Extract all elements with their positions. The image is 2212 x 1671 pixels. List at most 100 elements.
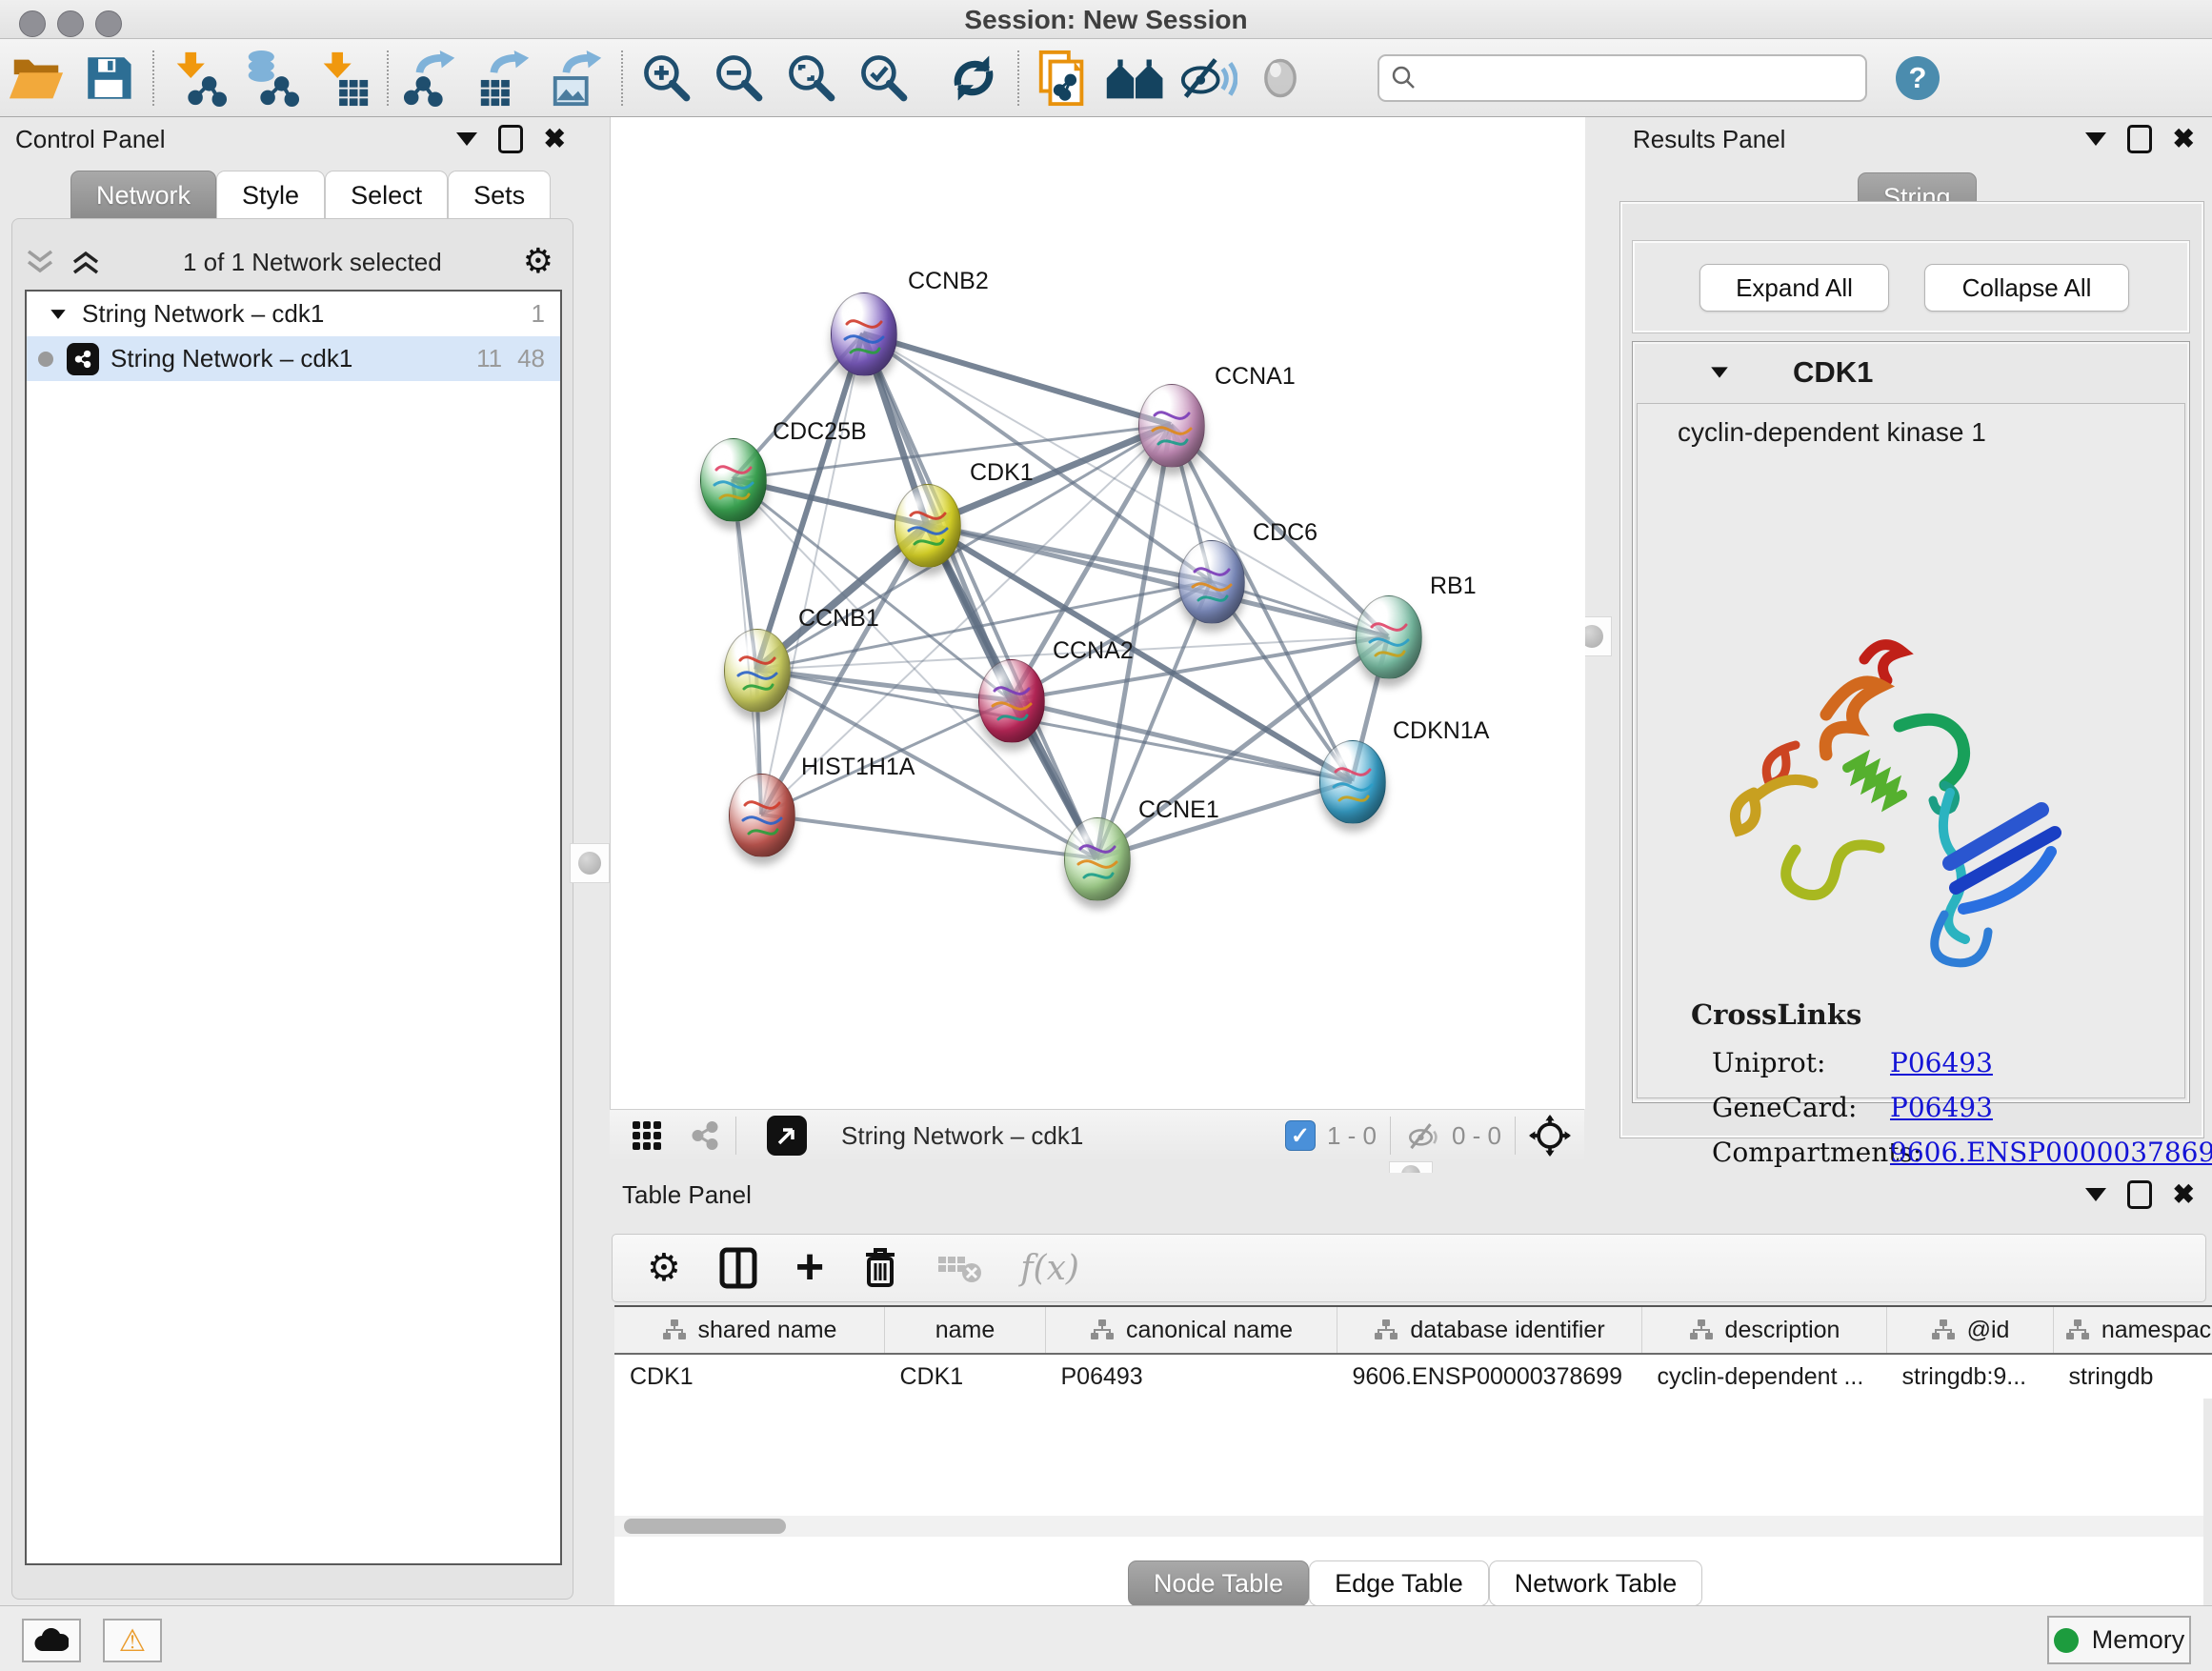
- navigator-crosshair-icon[interactable]: [1529, 1115, 1571, 1157]
- tab-style[interactable]: Style: [216, 171, 325, 220]
- zoom-fit-button[interactable]: [775, 48, 848, 109]
- export-network-button[interactable]: [396, 48, 469, 109]
- grid-view-icon[interactable]: [631, 1119, 663, 1152]
- column-header-description[interactable]: description: [1642, 1306, 1887, 1354]
- column-header-canonical-name[interactable]: canonical name: [1046, 1306, 1337, 1354]
- save-session-button[interactable]: [72, 48, 145, 109]
- tab-edge-table[interactable]: Edge Table: [1309, 1560, 1489, 1606]
- network-row[interactable]: String Network – cdk1 11 48: [27, 336, 560, 381]
- expand-all-icon[interactable]: [70, 248, 102, 276]
- network-node-CDK1[interactable]: [895, 484, 961, 568]
- protein-section-header[interactable]: CDK1: [1633, 342, 2189, 403]
- create-column-icon[interactable]: +: [795, 1248, 824, 1288]
- panel-menu-icon[interactable]: [2085, 1188, 2106, 1201]
- section-expander-icon[interactable]: [1711, 367, 1728, 377]
- zoom-out-button[interactable]: [703, 48, 775, 109]
- search-input[interactable]: [1419, 64, 1833, 92]
- export-table-button[interactable]: [469, 48, 541, 109]
- column-header-name[interactable]: name: [885, 1306, 1046, 1354]
- delete-column-icon[interactable]: [862, 1247, 898, 1289]
- open-session-button[interactable]: [0, 48, 72, 109]
- network-node-CDKN1A[interactable]: [1319, 740, 1386, 824]
- import-table-button[interactable]: [307, 48, 379, 109]
- panel-menu-icon[interactable]: [456, 132, 477, 146]
- show-columns-icon[interactable]: [719, 1247, 757, 1289]
- close-panel-icon[interactable]: ✖: [544, 126, 566, 152]
- tab-select[interactable]: Select: [325, 171, 448, 220]
- network-edge[interactable]: [756, 670, 1011, 700]
- network-node-CCNB1[interactable]: [724, 629, 791, 713]
- memory-button[interactable]: Memory: [2047, 1616, 2191, 1664]
- crosslink-value-link[interactable]: P06493: [1890, 1092, 1993, 1123]
- column-header--id[interactable]: @id: [1887, 1306, 2054, 1354]
- help-button[interactable]: ?: [1896, 56, 1940, 100]
- collapse-all-icon[interactable]: [24, 248, 56, 276]
- tab-network[interactable]: Network: [70, 171, 216, 220]
- network-edge[interactable]: [761, 815, 1096, 858]
- column-header-label: shared name: [698, 1317, 837, 1344]
- column-header-shared-name[interactable]: shared name: [614, 1306, 885, 1354]
- crosslink-value-link[interactable]: P06493: [1890, 1047, 1993, 1078]
- crosslink-value-link[interactable]: 9606.ENSP00000378699: [1890, 1137, 2212, 1168]
- network-node-CDC6[interactable]: [1178, 540, 1245, 624]
- table-cell[interactable]: P06493: [1046, 1354, 1337, 1399]
- float-panel-icon[interactable]: [498, 125, 523, 153]
- float-panel-icon[interactable]: [2127, 125, 2152, 153]
- table-cell[interactable]: cyclin-dependent ...: [1642, 1354, 1887, 1399]
- network-edge[interactable]: [1096, 781, 1352, 858]
- network-node-CDC25B[interactable]: [700, 438, 767, 522]
- network-options-gear-icon[interactable]: ⚙: [523, 245, 553, 279]
- table-options-gear-icon[interactable]: ⚙: [647, 1249, 681, 1287]
- import-network-button[interactable]: [162, 48, 234, 109]
- network-share-icon[interactable]: [688, 1118, 722, 1153]
- export-image-button[interactable]: [541, 48, 613, 109]
- network-view-canvas[interactable]: CCNB2 CCNA1 CDC25B CDK1 CDC6 RB1: [610, 117, 1585, 1109]
- table-cell[interactable]: 9606.ENSP00000378699: [1337, 1354, 1642, 1399]
- expand-all-button[interactable]: Expand All: [1699, 264, 1889, 312]
- network-collection-row[interactable]: String Network – cdk1 1: [27, 292, 560, 336]
- network-node-CCNB2[interactable]: [831, 292, 897, 376]
- import-network-from-database-button[interactable]: [234, 48, 307, 109]
- collection-expander-icon[interactable]: [50, 310, 65, 319]
- tab-node-table[interactable]: Node Table: [1128, 1560, 1309, 1606]
- network-edge[interactable]: [761, 333, 863, 815]
- table-cell[interactable]: CDK1: [614, 1354, 885, 1399]
- network-edge[interactable]: [1011, 700, 1352, 781]
- close-panel-icon[interactable]: ✖: [2173, 126, 2195, 152]
- scrollbar-thumb[interactable]: [624, 1519, 786, 1534]
- table-cell[interactable]: stringdb: [2054, 1354, 2212, 1399]
- network-node-HIST1H1A[interactable]: [729, 774, 795, 857]
- clone-network-button[interactable]: [1027, 48, 1099, 109]
- network-edge[interactable]: [863, 333, 1171, 425]
- column-header-database-identifier[interactable]: database identifier: [1337, 1306, 1642, 1354]
- left-splitter-handle[interactable]: [570, 843, 610, 883]
- apply-layout-button[interactable]: [937, 48, 1010, 109]
- panel-menu-icon[interactable]: [2085, 132, 2106, 146]
- collapse-all-button[interactable]: Collapse All: [1924, 264, 2129, 312]
- selected-indicator-checkbox[interactable]: ✓: [1285, 1120, 1316, 1151]
- crosslink-row: GeneCard:P06493: [1638, 1085, 2184, 1130]
- float-panel-icon[interactable]: [2127, 1180, 2152, 1209]
- tab-sets[interactable]: Sets: [448, 171, 551, 220]
- table-cell[interactable]: CDK1: [885, 1354, 1046, 1399]
- zoom-selected-button[interactable]: [848, 48, 920, 109]
- close-panel-icon[interactable]: ✖: [2173, 1181, 2195, 1208]
- warnings-button[interactable]: ⚠: [103, 1619, 162, 1662]
- column-header-label: description: [1725, 1317, 1840, 1344]
- table-horizontal-scrollbar[interactable]: [614, 1516, 2203, 1537]
- network-node-CCNA1[interactable]: [1138, 384, 1205, 468]
- network-node-CCNA2[interactable]: [978, 659, 1045, 743]
- cloud-status-button[interactable]: [22, 1619, 81, 1662]
- birdseye-view-button[interactable]: [767, 1116, 807, 1156]
- column-header-namespac[interactable]: namespac: [2054, 1306, 2212, 1354]
- show-all-nodes-button[interactable]: [1099, 48, 1172, 109]
- show-hidden-button[interactable]: [1244, 48, 1317, 109]
- title-bar: Session: New Session: [0, 0, 2212, 39]
- zoom-in-button[interactable]: [631, 48, 703, 109]
- network-node-RB1[interactable]: [1356, 595, 1422, 679]
- tab-network-table[interactable]: Network Table: [1489, 1560, 1703, 1606]
- table-cell[interactable]: stringdb:9...: [1887, 1354, 2054, 1399]
- hide-selected-button[interactable]: [1172, 48, 1244, 109]
- table-row[interactable]: CDK1CDK1P064939606.ENSP00000378699cyclin…: [614, 1354, 2212, 1399]
- network-node-CCNE1[interactable]: [1064, 817, 1131, 901]
